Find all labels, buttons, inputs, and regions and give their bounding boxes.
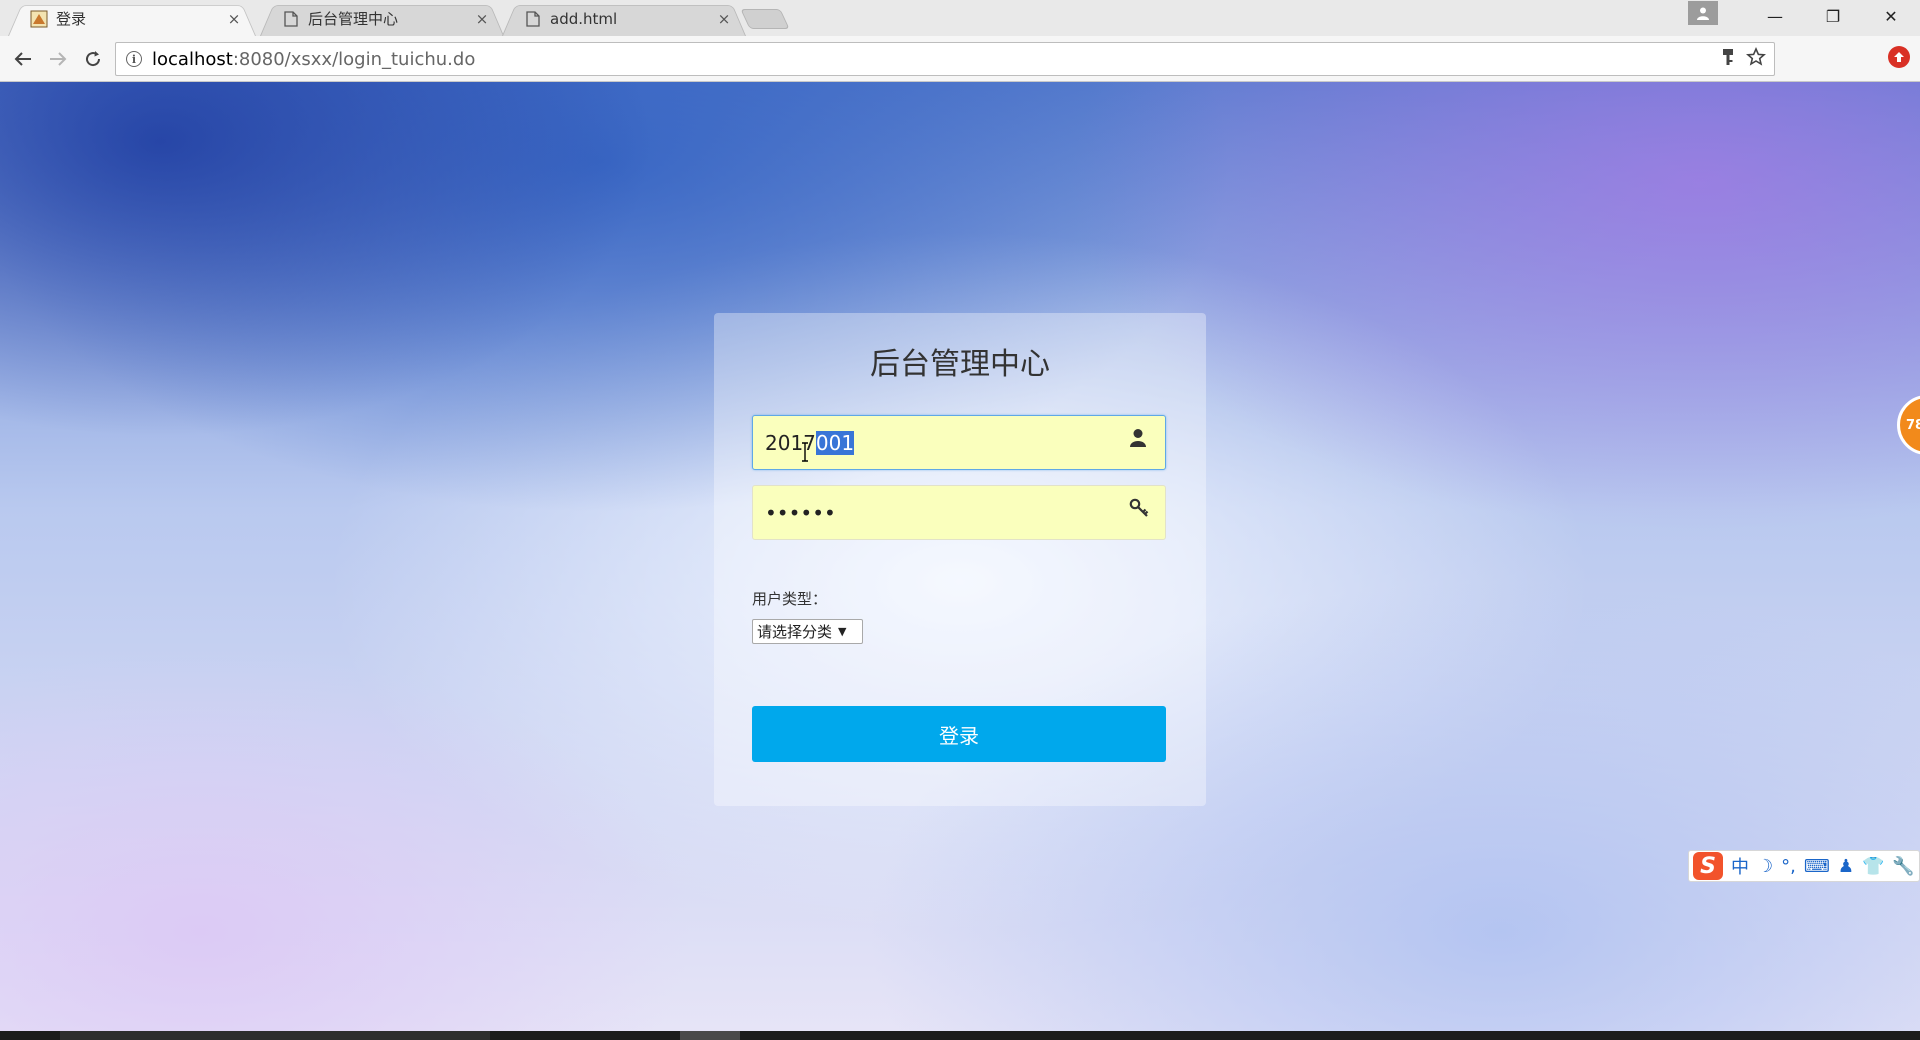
restore-button[interactable]: ❐ (1804, 0, 1862, 32)
password-field[interactable]: •••••• (752, 485, 1166, 540)
tab-title: 后台管理中心 (308, 10, 399, 28)
ime-chinese-mode[interactable]: 中 (1731, 853, 1749, 879)
tab-title: add.html (550, 9, 618, 28)
close-icon[interactable]: × (716, 10, 732, 28)
moon-icon[interactable]: ☽ (1757, 856, 1773, 877)
dropdown-caret-icon: ▼ (838, 625, 847, 638)
taskbar-item[interactable] (680, 1031, 740, 1040)
text-cursor-icon (801, 442, 809, 462)
browser-toolbar: i localhost:8080/xsxx/login_tuichu.do (0, 36, 1920, 82)
key-icon (1129, 498, 1149, 520)
tab-add-html[interactable]: add.html × (502, 1, 746, 36)
close-icon[interactable]: × (226, 10, 242, 28)
document-icon (524, 10, 542, 28)
taskbar (0, 1031, 1920, 1040)
skin-shirt-icon[interactable]: 👕 (1862, 856, 1884, 877)
sogou-logo-icon[interactable]: S (1693, 852, 1723, 880)
app-favicon-icon (30, 10, 48, 28)
window-close-button[interactable]: ✕ (1862, 0, 1920, 32)
info-icon[interactable]: i (126, 51, 142, 67)
user-type-label: 用户类型： (752, 590, 828, 608)
extension-upload-icon[interactable] (1888, 46, 1910, 68)
punctuation-icon[interactable]: °, (1781, 856, 1796, 877)
user-type-selected: 请选择分类 (757, 623, 833, 641)
wrench-icon[interactable]: 🔧 (1892, 856, 1914, 877)
username-field[interactable]: 2017001 (752, 415, 1166, 470)
user-type-select[interactable]: 请选择分类 ▼ (752, 619, 863, 644)
tab-login[interactable]: 登录 × (8, 1, 256, 36)
window-controls: — ❐ ✕ (1688, 0, 1920, 32)
address-bar[interactable]: i localhost:8080/xsxx/login_tuichu.do (115, 42, 1775, 76)
login-page: 后台管理中心 2017001 •••••• 用户类型： 请选择分类 ▼ 登录 7… (0, 82, 1920, 1031)
side-float-widget[interactable]: 78 (1897, 395, 1920, 455)
user-icon (1129, 428, 1149, 450)
keyboard-icon[interactable]: ⌨ (1804, 856, 1830, 877)
tab-strip: 登录 × 后台管理中心 × add.html × — ❐ ✕ (0, 0, 1920, 36)
back-arrow-icon[interactable] (10, 46, 36, 72)
forward-arrow-icon[interactable] (45, 46, 71, 72)
user-figure-icon[interactable]: ♟ (1838, 856, 1854, 877)
login-button[interactable]: 登录 (752, 706, 1166, 762)
new-tab-button[interactable] (740, 9, 790, 29)
username-selection: 001 (815, 430, 855, 455)
username-value[interactable]: 2017001 (765, 430, 855, 455)
url-host: localhost (152, 48, 233, 70)
url-path: :8080/xsxx/login_tuichu.do (232, 48, 476, 70)
key-icon[interactable] (1722, 48, 1734, 71)
close-icon[interactable]: × (474, 10, 490, 28)
tab-title: 登录 (56, 10, 87, 28)
password-value[interactable]: •••••• (765, 501, 836, 525)
bookmark-star-icon[interactable] (1746, 47, 1766, 72)
profile-avatar-icon[interactable] (1688, 1, 1718, 25)
ime-toolbar: S 中 ☽ °, ⌨ ♟ 👕 🔧 (1688, 850, 1920, 882)
reload-icon[interactable] (80, 46, 106, 72)
minimize-button[interactable]: — (1746, 0, 1804, 32)
login-card: 后台管理中心 2017001 •••••• 用户类型： 请选择分类 ▼ 登录 (714, 313, 1206, 806)
tab-admin-center[interactable]: 后台管理中心 × (260, 1, 504, 36)
taskbar-item[interactable] (60, 1031, 490, 1040)
page-title: 后台管理中心 (870, 347, 1050, 382)
document-icon (282, 10, 300, 28)
